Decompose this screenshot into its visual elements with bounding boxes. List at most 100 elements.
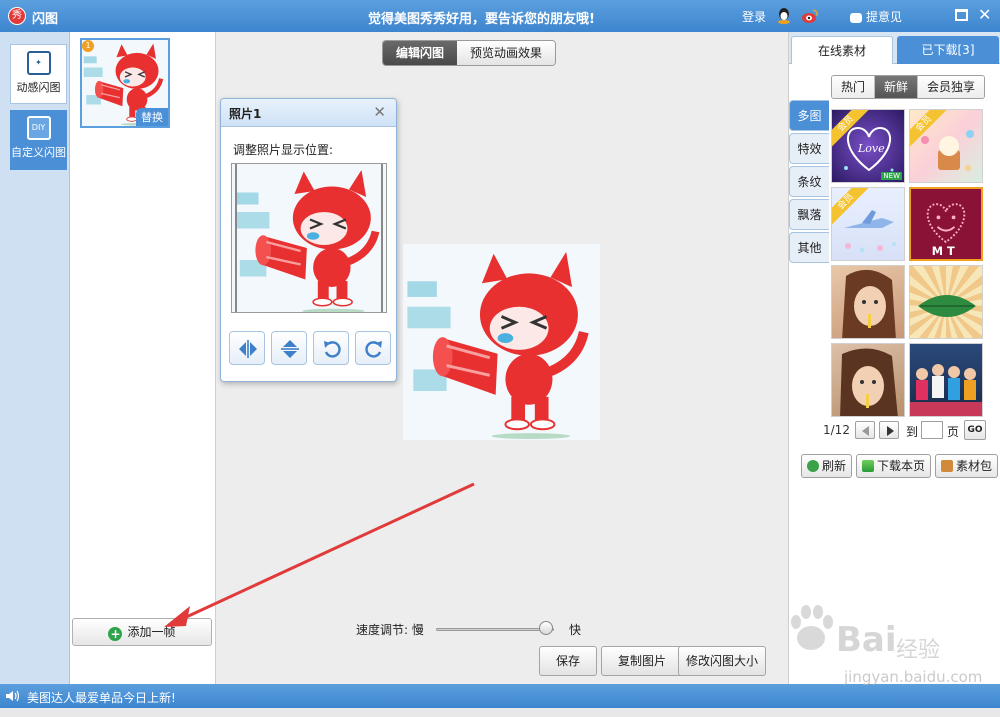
package-icon [941, 460, 954, 472]
subtab-hot[interactable]: 热门 [832, 76, 876, 98]
frame-thumbnail[interactable]: 1 替换 [80, 38, 170, 128]
resize-flash-button[interactable]: 修改闪图大小 [678, 646, 766, 676]
tab-downloaded[interactable]: 已下载[3] [897, 36, 999, 64]
group-photo-image [910, 364, 982, 416]
tab-preview-animation[interactable]: 预览动画效果 [457, 41, 556, 65]
rotate-left-button[interactable] [313, 331, 349, 365]
download-arrow-icon [862, 460, 875, 472]
login-link[interactable]: 登录 [742, 8, 766, 25]
slogan-text: 觉得美图秀秀好用，要告诉您的朋友哦! [368, 12, 595, 27]
close-icon[interactable]: ✕ [978, 5, 991, 24]
flip-vertical-icon [281, 340, 299, 358]
material-thumb-portrait-1[interactable] [831, 265, 905, 339]
category-stripes[interactable]: 条纹 [789, 166, 829, 197]
add-frame-label: 添加一帧 [127, 625, 176, 639]
category-effects[interactable]: 特效 [789, 133, 829, 164]
preview-image[interactable] [403, 244, 600, 440]
dialog-header[interactable]: 照片1 ✕ [221, 99, 396, 127]
material-thumb-love[interactable]: Love 会员 NEW [831, 109, 905, 183]
subtab-member[interactable]: 会员独享 [918, 76, 985, 98]
material-thumb-mt-heart[interactable]: M T [909, 187, 983, 261]
new-badge: NEW [881, 172, 902, 180]
mode-dynamic-flash[interactable]: ✦ 动感闪图 [10, 44, 67, 104]
replace-button[interactable]: 替换 [136, 108, 168, 126]
mt-heart-image: M T [926, 203, 966, 258]
bottom-strip [0, 708, 1000, 717]
material-pack-button[interactable]: 素材包 [935, 454, 999, 478]
material-thumb-portrait-2[interactable] [831, 343, 905, 417]
mode-label: 自定义闪图 [11, 146, 66, 159]
prev-page-button[interactable] [855, 421, 875, 439]
tab-edit-flash[interactable]: 编辑闪图 [383, 41, 458, 65]
portrait-photo-image [840, 348, 898, 416]
refresh-label: 刷新 [822, 459, 847, 473]
category-multi[interactable]: 多图 [789, 100, 829, 131]
dialog-close-icon[interactable]: ✕ [373, 103, 386, 121]
tab-online-materials[interactable]: 在线素材 [791, 36, 893, 64]
speaker-icon [6, 690, 20, 702]
material-actions: 刷新 下载本页 素材包 [801, 454, 999, 478]
refresh-icon [807, 460, 819, 472]
add-frame-button[interactable]: + 添加一帧 [72, 618, 212, 646]
category-other[interactable]: 其他 [789, 232, 829, 263]
rotate-right-button[interactable] [355, 331, 391, 365]
category-list: 多图 特效 条纹 飘落 其他 [789, 100, 829, 265]
frame-list-panel: 1 替换 + 添加一帧 [70, 32, 216, 684]
pagination: 1/12 到 页 GO [823, 420, 1000, 442]
page-number-input[interactable] [921, 421, 943, 439]
photo-position-dialog: 照片1 ✕ 调整照片显示位置: [220, 98, 397, 382]
mt-text: M T [932, 244, 955, 258]
mode-label: 动感闪图 [16, 81, 61, 94]
feedback-button[interactable]: 提意见 [850, 8, 902, 25]
mode-custom-flash[interactable]: DIY 自定义闪图 [10, 110, 67, 170]
plus-icon: + [108, 627, 123, 641]
save-button[interactable]: 保存 [539, 646, 597, 676]
view-toggle: 编辑闪图 预览动画效果 [382, 40, 557, 66]
status-message[interactable]: 美图达人最爱单品今日上新! [27, 689, 176, 706]
transform-toolbar [229, 331, 391, 365]
copy-image-button[interactable]: 复制图片 [601, 646, 683, 676]
flip-horizontal-button[interactable] [229, 331, 265, 365]
mascot-crop-image [232, 164, 387, 313]
refresh-button[interactable]: 刷新 [801, 454, 853, 478]
download-page-button[interactable]: 下载本页 [856, 454, 932, 478]
frame-number-badge: 1 [82, 40, 94, 52]
weibo-icon[interactable] [801, 8, 819, 24]
leaf-sunburst-image [918, 295, 976, 317]
mode-sidebar: ✦ 动感闪图 DIY 自定义闪图 [0, 32, 70, 684]
portrait-photo-image [842, 270, 896, 338]
feedback-label: 提意见 [866, 10, 903, 24]
goto-label: 到 [906, 425, 919, 439]
material-subtabs: 热门 新鲜 会员独享 [831, 75, 986, 99]
app-title: 闪图 [32, 12, 59, 27]
app-logo-icon: 秀 [8, 7, 26, 25]
chat-bubble-icon [850, 12, 862, 23]
speed-slider-track[interactable] [436, 628, 554, 631]
flip-vertical-button[interactable] [271, 331, 307, 365]
speed-label: 速度调节: 慢 [356, 623, 424, 637]
qq-icon[interactable] [777, 8, 791, 24]
rotate-right-icon [365, 341, 382, 358]
pack-label: 素材包 [956, 459, 993, 473]
material-thumb-sunburst[interactable] [909, 265, 983, 339]
sparkle-frame-icon: ✦ [26, 51, 51, 75]
page-suffix-label: 页 [947, 425, 960, 439]
material-thumb-dessert[interactable]: 会员 [909, 109, 983, 183]
crop-area[interactable] [231, 163, 387, 313]
speed-fast-label: 快 [569, 623, 582, 637]
material-thumb-airplane[interactable]: 会员 [831, 187, 905, 261]
status-bar: 美图达人最爱单品今日上新! [0, 684, 1000, 708]
title-bar: 秀 闪图 觉得美图秀秀好用，要告诉您的朋友哦! 登录 提意见 ✕ [0, 0, 1000, 32]
next-page-button[interactable] [879, 421, 899, 439]
dialog-title: 照片1 [229, 107, 262, 121]
go-button[interactable]: GO [964, 420, 986, 440]
maximize-icon[interactable] [955, 9, 968, 21]
subtab-new[interactable]: 新鲜 [875, 76, 919, 98]
material-thumb-group[interactable] [909, 343, 983, 417]
rotate-left-icon [324, 341, 341, 358]
material-tabs: 在线素材 已下载[3] [789, 32, 1000, 64]
category-falling[interactable]: 飘落 [789, 199, 829, 230]
speed-slider-thumb[interactable] [538, 621, 553, 635]
triangle-left-icon [862, 426, 869, 436]
flip-horizontal-icon [239, 340, 257, 358]
